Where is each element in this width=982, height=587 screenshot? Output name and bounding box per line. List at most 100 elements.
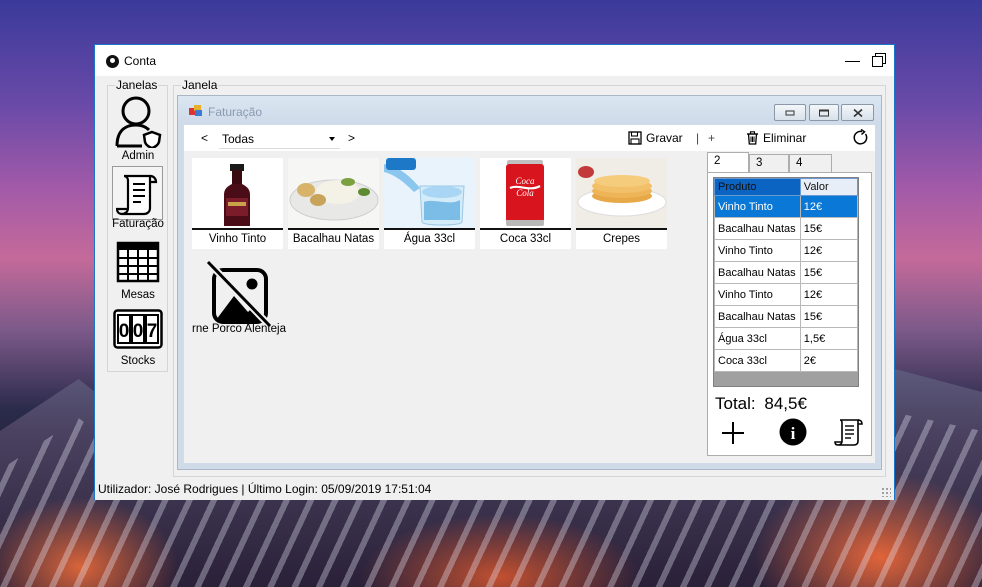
- counter-digit-2: 0: [133, 321, 144, 342]
- tab-3[interactable]: 3: [749, 154, 789, 172]
- category-select[interactable]: Todas: [219, 128, 340, 149]
- product-name: Bacalhau Natas: [288, 228, 379, 249]
- nav-item-label-admin: Admin: [121, 150, 155, 162]
- product-tile-vinho-tinto[interactable]: Vinho Tinto: [192, 158, 283, 249]
- table-row[interactable]: Coca 33cl 2€: [714, 349, 859, 372]
- wine-bottle-image: [192, 158, 283, 228]
- nav-item-stocks[interactable]: 0 0 7 Stocks: [112, 309, 164, 371]
- add-button[interactable]: +: [708, 131, 715, 145]
- child-title-bar: Faturação: [178, 96, 881, 122]
- svg-text:Cola: Cola: [516, 188, 534, 198]
- product-name: Água 33cl: [384, 228, 475, 249]
- cell-valor: 1,5€: [799, 327, 859, 350]
- table-row[interactable]: Bacalhau Natas 15€: [714, 217, 859, 240]
- toolbar-separator: |: [696, 131, 700, 145]
- nav-item-label-mesas: Mesas: [121, 289, 155, 301]
- restore-button[interactable]: [871, 51, 889, 69]
- cell-produto: Água 33cl: [714, 327, 801, 350]
- table-row[interactable]: Vinho Tinto 12€: [714, 283, 859, 306]
- cell-valor: 15€: [799, 305, 859, 328]
- child-window-title: Faturação: [208, 105, 263, 119]
- save-button-label: Gravar: [646, 131, 683, 145]
- resize-grip[interactable]: [881, 487, 891, 497]
- product-tile-carne-porco-alentejana[interactable]: rne Porco Alentejа: [192, 256, 292, 346]
- child-close-button[interactable]: [841, 104, 874, 121]
- save-button[interactable]: Gravar: [628, 128, 683, 148]
- column-header-produto[interactable]: Produto: [714, 178, 801, 196]
- nav-item-faturacao[interactable]: Faturação: [112, 170, 164, 236]
- cell-valor: 12€: [799, 239, 859, 262]
- nav-item-admin[interactable]: Admin: [112, 94, 164, 162]
- info-icon[interactable]: i: [779, 418, 807, 446]
- child-client-area: < Todas > Gravar | + Eliminar Vinho Tint…: [184, 125, 875, 463]
- next-category-button[interactable]: >: [348, 131, 355, 145]
- cell-valor: 15€: [799, 261, 859, 284]
- child-minimize-button[interactable]: [774, 104, 806, 121]
- total-label: Total:: [715, 394, 756, 413]
- receipt-scroll-icon[interactable]: [834, 417, 864, 447]
- child-maximize-button[interactable]: [809, 104, 839, 121]
- chevron-down-icon: [329, 137, 335, 141]
- tab-4[interactable]: 4: [789, 154, 832, 172]
- cell-valor: 12€: [799, 283, 859, 306]
- nav-item-label-stocks: Stocks: [120, 355, 156, 367]
- minimize-button[interactable]: [845, 51, 861, 69]
- trash-icon: [747, 131, 758, 145]
- child-window-icon: [189, 105, 202, 116]
- table-grid-icon: [116, 241, 160, 283]
- table-row[interactable]: Vinho Tinto 12€: [714, 239, 859, 262]
- floppy-disk-icon: [628, 131, 642, 145]
- water-glass-image: [384, 158, 475, 228]
- table-row[interactable]: Bacalhau Natas 15€: [714, 305, 859, 328]
- nav-item-label-faturacao: Faturação: [112, 218, 164, 230]
- delete-button[interactable]: Eliminar: [746, 128, 806, 148]
- title-bar: Conta: [95, 45, 894, 76]
- table-row[interactable]: Água 33cl 1,5€: [714, 327, 859, 350]
- faturacao-toolbar: < Todas > Gravar | + Eliminar: [184, 125, 875, 151]
- tab-2[interactable]: 2: [707, 152, 749, 172]
- product-tile-crepes[interactable]: Crepes: [576, 158, 667, 249]
- cell-produto: Bacalhau Natas: [714, 261, 801, 284]
- table-row[interactable]: Bacalhau Natas 15€: [714, 261, 859, 284]
- product-tile-bacalhau-natas[interactable]: Bacalhau Natas: [288, 158, 379, 249]
- cell-valor: 2€: [799, 349, 859, 372]
- table-tabs: 2 3 4: [707, 152, 872, 174]
- window-title: Conta: [124, 54, 157, 68]
- janela-group-label: Janela: [181, 78, 219, 92]
- category-select-value: Todas: [222, 132, 255, 146]
- order-total: Total: 84,5€: [715, 394, 807, 414]
- table-row[interactable]: Vinho Tinto 12€: [714, 195, 859, 218]
- coca-can-image: Coca Cola: [480, 158, 571, 228]
- cell-produto: Vinho Tinto: [714, 195, 801, 218]
- faturacao-child-window: Faturação < Todas > Gravar | + Eliminar …: [177, 95, 882, 470]
- add-item-icon[interactable]: [721, 421, 745, 445]
- delete-button-label: Eliminar: [763, 131, 807, 145]
- product-tile-coca-33cl[interactable]: Coca Cola Coca 33cl: [480, 158, 571, 249]
- product-tile-agua-33cl[interactable]: Água 33cl: [384, 158, 475, 249]
- nav-item-mesas[interactable]: Mesas: [112, 241, 164, 303]
- product-name: Coca 33cl: [480, 228, 571, 249]
- cell-produto: Bacalhau Natas: [714, 305, 801, 328]
- order-grid[interactable]: Produto Valor Vinho Tinto 12€ Bacalhau Na…: [713, 177, 859, 387]
- cell-produto: Coca 33cl: [714, 349, 801, 372]
- prev-category-button[interactable]: <: [201, 131, 208, 145]
- cell-produto: Vinho Tinto: [714, 239, 801, 262]
- admin-user-shield-icon: [115, 96, 162, 148]
- main-window: Conta Janelas Admin Faturação Mesas 0 0 …: [94, 44, 895, 500]
- app-icon: [106, 55, 119, 68]
- product-name: Crepes: [576, 228, 667, 249]
- bacalhau-dish-image: [288, 158, 379, 228]
- total-value: 84,5€: [764, 394, 807, 413]
- info-icon-glyph: i: [791, 424, 796, 443]
- cell-produto: Bacalhau Natas: [714, 217, 801, 240]
- column-header-valor[interactable]: Valor: [799, 178, 859, 196]
- janelas-group-label: Janelas: [115, 78, 159, 92]
- crepes-plate-image: [576, 158, 667, 228]
- cell-valor: 12€: [799, 195, 859, 218]
- refresh-icon[interactable]: [852, 129, 869, 146]
- cell-valor: 15€: [799, 217, 859, 240]
- no-image-icon: [205, 260, 272, 328]
- cell-produto: Vinho Tinto: [714, 283, 801, 306]
- janelas-group: Janelas Admin Faturação Mesas 0 0 7 Stoc…: [107, 78, 168, 372]
- counter-digit-3: 7: [147, 321, 158, 342]
